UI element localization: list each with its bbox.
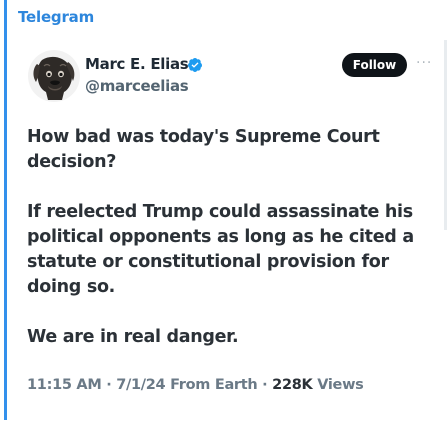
quote-bar <box>4 0 7 420</box>
tweet-time[interactable]: 11:15 AM <box>27 377 102 393</box>
source-label[interactable]: Telegram <box>18 8 94 26</box>
tweet-paragraph: How bad was today's Supreme Court decisi… <box>27 127 380 172</box>
meta-separator: · <box>101 377 117 393</box>
author-handle[interactable]: @marceelias <box>85 77 189 95</box>
tweet-metadata: 11:15 AM · 7/1/24 From Earth · 228K View… <box>27 377 364 393</box>
author-display-name[interactable]: Marc E. Elias <box>85 55 189 73</box>
dog-avatar-icon <box>28 50 80 102</box>
follow-button[interactable]: Follow <box>342 53 407 77</box>
tweet-location: From Earth <box>165 377 258 393</box>
telegram-message: Telegram Marc E. Elias @marceelias Follo… <box>0 0 447 421</box>
verified-badge-icon <box>188 58 202 72</box>
meta-separator: · <box>257 377 273 393</box>
tweet-date[interactable]: 7/1/24 <box>116 377 165 393</box>
tweet-text: How bad was today's Supreme Court decisi… <box>27 125 437 350</box>
embedded-tweet-card[interactable]: Marc E. Elias @marceelias Follow ··· How… <box>8 35 447 421</box>
views-count: 228K <box>272 377 313 393</box>
views-label: Views <box>312 377 364 393</box>
more-options-icon[interactable]: ··· <box>416 55 432 71</box>
avatar[interactable] <box>28 50 80 102</box>
tweet-paragraph: If reelected Trump could assassinate his… <box>27 202 414 297</box>
tweet-paragraph: We are in real danger. <box>27 327 239 347</box>
